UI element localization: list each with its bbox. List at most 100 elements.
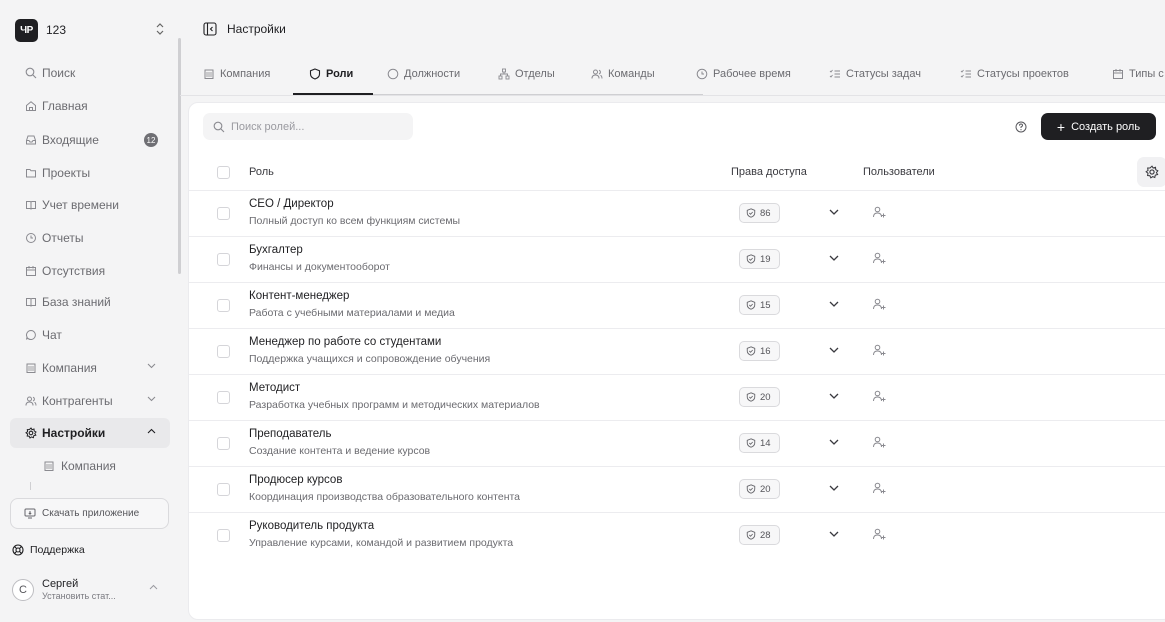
tab-label: Типы с [1129,68,1164,80]
help-icon[interactable] [1015,121,1027,133]
add-user-icon[interactable] [872,527,886,541]
tab-company[interactable]: Компания [203,52,270,96]
table-header: Роль Права доступа Пользователи [189,153,1165,191]
sidebar-subitem-company[interactable]: Компания [30,452,170,480]
permissions-badge[interactable]: 19 [739,249,780,269]
table-row[interactable]: Менеджер по работе со студентами Поддерж… [189,329,1165,375]
user-menu[interactable]: С Сергей Установить стат... [10,572,170,608]
sidebar-item-inbox[interactable]: Входящие 12 [10,125,170,155]
chevron-down-icon[interactable] [829,255,839,262]
workspace-switcher[interactable]: ЧР 123 [15,18,165,42]
sidebar-toggle-icon[interactable] [203,22,217,36]
settings-tabs: Компания Роли Должности Отделы Команды Р… [180,52,1165,96]
row-checkbox[interactable] [217,253,230,266]
book-icon [25,296,37,308]
permissions-badge[interactable]: 14 [739,433,780,453]
plus-icon: + [1056,118,1066,135]
row-checkbox[interactable] [217,207,230,220]
row-checkbox[interactable] [217,483,230,496]
table-row[interactable]: Преподаватель Создание контента и ведени… [189,421,1165,467]
chevron-down-icon[interactable] [829,301,839,308]
create-role-button[interactable]: + Создать роль [1041,113,1156,140]
table-row[interactable]: CEO / Директор Полный доступ ко всем фун… [189,191,1165,237]
workspace-logo: ЧР [15,18,38,42]
row-checkbox[interactable] [217,391,230,404]
gear-icon [25,427,37,439]
tab-label: Должности [404,68,461,80]
shield-check-icon [746,392,756,402]
sidebar-item-home[interactable]: Главная [10,91,170,121]
sidebar-item-search[interactable]: Поиск [10,58,170,88]
search-icon [213,121,225,133]
add-user-icon[interactable] [872,435,886,449]
chevron-down-icon[interactable] [829,531,839,538]
sidebar-item-absences[interactable]: Отсутствия [10,256,170,286]
tab-positions[interactable]: Должности [387,52,460,96]
sidebar-item-reports[interactable]: Отчеты [10,223,170,253]
download-app-button[interactable]: Скачать приложение [10,498,169,529]
select-all-checkbox[interactable] [217,166,230,179]
roles-search-input[interactable]: Поиск ролей... [203,113,413,140]
tab-working-hours[interactable]: Рабочее время [696,52,791,96]
sidebar-item-settings[interactable]: Настройки [10,418,170,448]
permissions-count: 16 [760,345,771,357]
role-title: Бухгалтер [249,244,303,256]
table-settings-button[interactable] [1137,157,1165,187]
table-row[interactable]: Бухгалтер Финансы и документооборот 19 [189,237,1165,283]
add-user-icon[interactable] [872,251,886,265]
table-row[interactable]: Контент-менеджер Работа с учебными матер… [189,283,1165,329]
support-link[interactable]: Поддержка [12,542,85,558]
unread-count-badge: 12 [144,133,158,147]
chevron-down-icon[interactable] [829,347,839,354]
add-user-icon[interactable] [872,205,886,219]
sidebar-item-label: Настройки [42,426,106,440]
row-checkbox[interactable] [217,437,230,450]
tab-teams[interactable]: Команды [591,52,655,96]
add-user-icon[interactable] [872,481,886,495]
permissions-badge[interactable]: 20 [739,387,780,407]
row-checkbox[interactable] [217,299,230,312]
role-title: Преподаватель [249,428,332,440]
permissions-badge[interactable]: 86 [739,203,780,223]
add-user-icon[interactable] [872,297,886,311]
permissions-badge[interactable]: 28 [739,525,780,545]
add-user-icon[interactable] [872,343,886,357]
tab-types[interactable]: Типы с [1112,52,1164,96]
row-checkbox[interactable] [217,529,230,542]
role-description: Работа с учебными материалами и медиа [249,307,455,319]
monitor-icon [24,508,36,519]
tab-task-statuses[interactable]: Статусы задач [829,52,921,96]
table-row[interactable]: Методист Разработка учебных программ и м… [189,375,1165,421]
chevron-down-icon[interactable] [829,393,839,400]
shield-check-icon [746,484,756,494]
table-row[interactable]: Руководитель продукта Управление курсами… [189,513,1165,559]
building-icon [203,68,215,80]
permissions-badge[interactable]: 15 [739,295,780,315]
user-info: Сергей Установить стат... [42,578,116,602]
sidebar-item-contractors[interactable]: Контрагенты [10,386,170,416]
sidebar-subitem-label: Компания [61,459,116,473]
tab-project-statuses[interactable]: Статусы проектов [960,52,1069,96]
role-description: Координация производства образовательног… [249,491,521,503]
sidebar-item-company[interactable]: Компания [10,353,170,383]
permissions-count: 28 [760,529,771,541]
role-title: Менеджер по работе со студентами [249,336,442,348]
tab-label: Статусы проектов [977,68,1069,80]
sidebar-item-time-tracking[interactable]: Учет времени [10,190,170,220]
add-user-icon[interactable] [872,389,886,403]
permissions-badge[interactable]: 20 [739,479,780,499]
chevron-down-icon[interactable] [829,209,839,216]
users-icon [25,395,37,407]
chevron-down-icon[interactable] [829,439,839,446]
chevron-down-icon[interactable] [829,485,839,492]
sidebar-item-chat[interactable]: Чат [10,320,170,350]
book-icon [25,199,37,211]
row-checkbox[interactable] [217,345,230,358]
tab-departments[interactable]: Отделы [498,52,555,96]
sidebar-item-knowledge-base[interactable]: База знаний [10,287,170,317]
permissions-badge[interactable]: 16 [739,341,780,361]
sidebar-item-label: Отчеты [42,231,84,245]
tab-roles[interactable]: Роли [309,52,353,96]
sidebar-item-projects[interactable]: Проекты [10,158,170,188]
table-row[interactable]: Продюсер курсов Координация производства… [189,467,1165,513]
